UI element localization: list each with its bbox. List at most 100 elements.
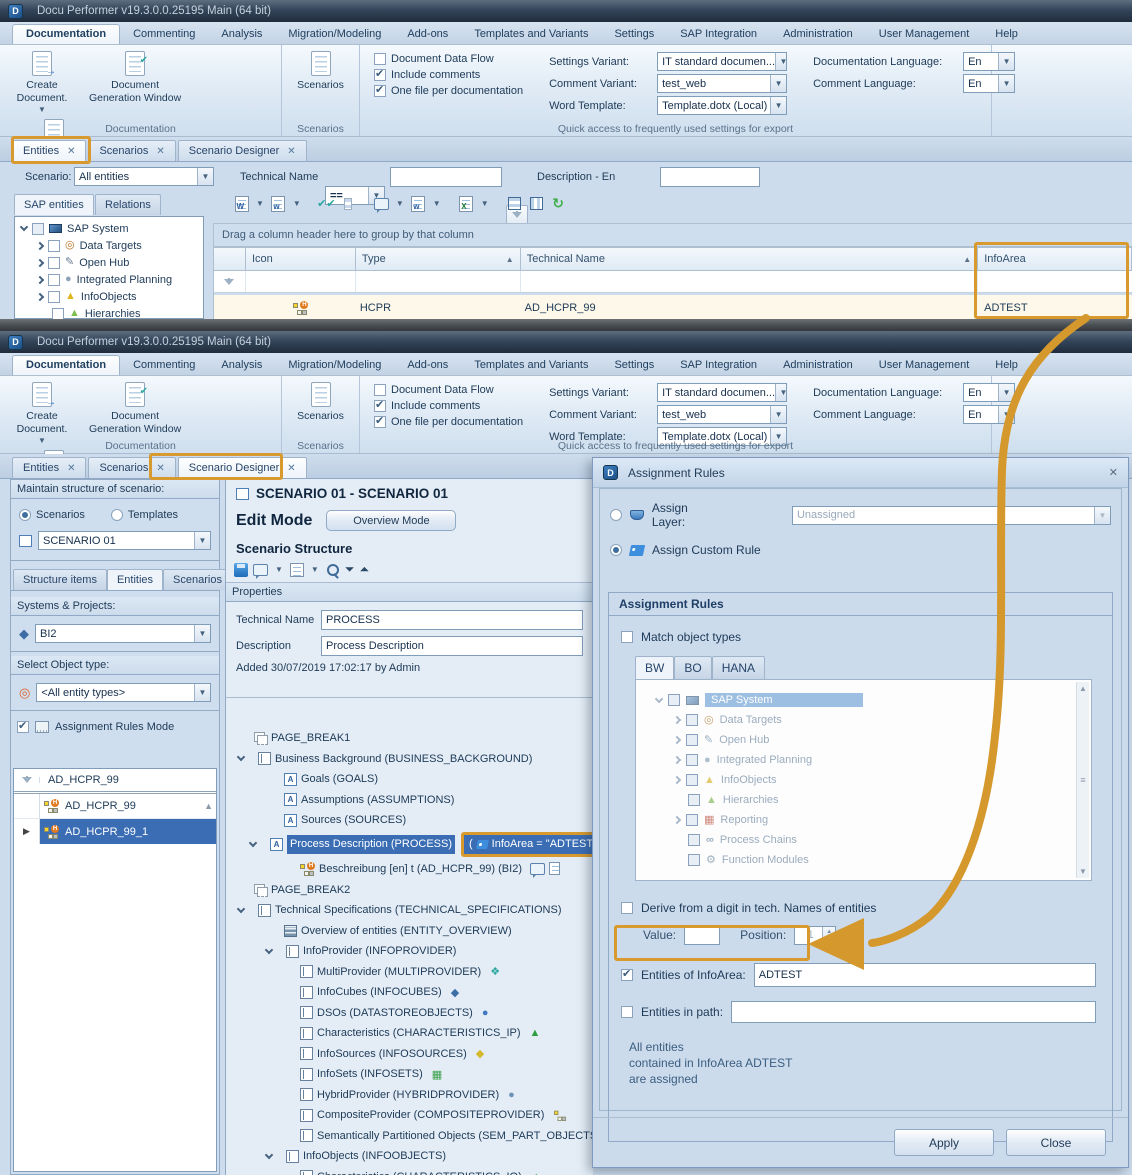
collapse-icon[interactable] (249, 838, 257, 846)
tab-scenarios-left[interactable]: Scenarios (163, 569, 232, 590)
tree-item-characteristics-ip[interactable]: Characteristics (CHARACTERISTICS_IP)▲ (226, 1023, 593, 1044)
documentation-language-combo[interactable]: En▼ (963, 52, 1015, 71)
spinner-arrows-icon[interactable]: ▲▼ (822, 927, 835, 944)
dlg-tree-hierarchies[interactable]: ▲Hierarchies (642, 790, 1091, 810)
dropdown-caret-icon[interactable]: ▼ (309, 565, 321, 574)
tree-item-dsos[interactable]: DSOs (DATASTOREOBJECTS)● (226, 1003, 593, 1024)
close-icon[interactable]: ✕ (156, 463, 164, 474)
settings-variant-combo[interactable]: IT standard documen...▼ (657, 52, 787, 71)
tree-item-technical-specifications[interactable]: Technical Specifications (TECHNICAL_SPEC… (226, 900, 593, 921)
entities-of-infoarea-checkbox[interactable] (621, 969, 633, 981)
dropdown-arrow-icon[interactable]: ▼ (770, 75, 786, 92)
create-document-button[interactable]: → Create Document.▼ (6, 380, 78, 448)
include-comments-checkbox[interactable]: Include comments (374, 69, 523, 81)
entity-filter-value[interactable]: AD_HCPR_99 (40, 774, 119, 786)
filter-cell-icon[interactable] (246, 271, 356, 292)
tree-item-characteristics-io[interactable]: Characteristics (CHARACTERISTICS_IO)▲ (226, 1167, 593, 1175)
tree-item-infosets[interactable]: InfoSets (INFOSETS)▦ (226, 1064, 593, 1085)
tree-item-data-targets[interactable]: ◎Data Targets (15, 237, 203, 254)
menu-tab-analysis[interactable]: Analysis (208, 25, 275, 44)
dropdown-arrow-icon[interactable]: ▼ (998, 75, 1014, 92)
collapse-icon[interactable] (237, 905, 245, 913)
collapse-icon[interactable] (265, 946, 273, 954)
menu-tab-administration[interactable]: Administration (770, 25, 866, 44)
dropdown-caret-icon[interactable]: ▼ (36, 105, 48, 115)
description-input[interactable]: Process Description (321, 636, 583, 656)
tree-checkbox[interactable] (48, 274, 60, 286)
tree-checkbox[interactable] (48, 240, 60, 252)
dialog-titlebar[interactable]: D Assignment Rules ✕ (593, 458, 1128, 488)
tree-item-hierarchies[interactable]: ▲Hierarchies (15, 305, 203, 319)
derive-digit-checkbox[interactable] (621, 902, 633, 914)
tree-item-sap-system[interactable]: SAP System (15, 220, 203, 237)
save-icon[interactable] (234, 563, 248, 577)
dropdown-caret-icon[interactable]: ▼ (431, 199, 443, 208)
dropdown-caret-icon[interactable]: ▼ (254, 199, 266, 208)
menu-tab-documentation[interactable]: Documentation (12, 355, 120, 375)
dropdown-arrow-icon[interactable]: ▼ (194, 625, 210, 642)
column-header-infoarea[interactable]: InfoArea (978, 247, 1132, 271)
column-header-technical-name[interactable]: Technical Name▲ (521, 247, 978, 271)
close-icon[interactable]: ✕ (67, 146, 75, 157)
grid-data-row[interactable]: H HCPR AD_HCPR_99 ADTEST (214, 295, 1132, 319)
close-icon[interactable]: ✕ (67, 463, 75, 474)
expand-icon[interactable] (36, 275, 44, 283)
word-template-icon[interactable]: w (269, 194, 288, 213)
comment-language-combo[interactable]: En▼ (963, 74, 1015, 93)
settings-variant-combo[interactable]: IT standard documen...▼ (657, 383, 787, 402)
infoarea-input[interactable]: ADTEST (754, 963, 1096, 987)
scenario-combo[interactable]: SCENARIO 01▼ (38, 531, 211, 550)
comment-icon[interactable] (253, 564, 268, 576)
dropdown-caret-icon[interactable]: ▼ (394, 199, 406, 208)
dropdown-arrow-icon[interactable]: ▼ (998, 384, 1014, 401)
tree-checkbox[interactable] (32, 223, 44, 235)
include-comments-checkbox[interactable]: Include comments (374, 400, 523, 412)
dropdown-arrow-icon[interactable]: ▼ (775, 384, 787, 401)
comment-variant-combo[interactable]: test_web▼ (657, 74, 787, 93)
entity-row[interactable]: H AD_HCPR_99 ▲ (14, 794, 216, 819)
document-data-flow-checkbox[interactable]: Document Data Flow (374, 53, 523, 65)
comment-bubble-icon[interactable] (530, 863, 545, 875)
tree-item-infoobjects[interactable]: InfoObjects (INFOOBJECTS) (226, 1146, 593, 1167)
tree-item-hybridprovider[interactable]: HybridProvider (HYBRIDPROVIDER)● (226, 1085, 593, 1106)
export-excel-icon[interactable]: X (457, 194, 476, 213)
tab-scenario-designer[interactable]: Scenario Designer✕ (178, 457, 307, 478)
create-document-button[interactable]: → Create Document.▼ (6, 49, 78, 117)
assign-custom-rule-radio[interactable] (610, 544, 622, 556)
comments-icon[interactable] (372, 194, 391, 213)
dropdown-arrow-icon[interactable]: ▼ (194, 684, 210, 701)
menu-tab-sap-integration[interactable]: SAP Integration (667, 356, 770, 375)
tree-checkbox[interactable] (48, 291, 60, 303)
menu-tab-commenting[interactable]: Commenting (120, 25, 208, 44)
path-input[interactable] (731, 1001, 1096, 1023)
menu-tab-settings[interactable]: Settings (601, 25, 667, 44)
menu-tab-user-management[interactable]: User Management (866, 25, 983, 44)
tree-item-page-break2[interactable]: PAGE_BREAK2 (226, 880, 593, 901)
scenario-filter-combo[interactable]: All entities▼ (74, 167, 214, 186)
tree-item-infoprovider[interactable]: InfoProvider (INFOPROVIDER) (226, 941, 593, 962)
dialog-close-icon[interactable]: ✕ (1109, 466, 1118, 479)
dlg-tree-infoobjects[interactable]: ▲InfoObjects (642, 770, 1091, 790)
dropdown-arrow-icon[interactable]: ▼ (194, 532, 210, 549)
copy-structure-icon[interactable] (290, 563, 304, 577)
scroll-up-icon[interactable]: ▲ (1079, 684, 1087, 693)
d lg-tree-reporting[interactable]: ▦Reporting (642, 810, 1091, 830)
filter-cell-technical-name[interactable] (521, 271, 979, 292)
text-doc-icon[interactable] (549, 862, 560, 875)
scroll-down-icon[interactable]: ▼ (1079, 867, 1087, 876)
menu-tab-addons[interactable]: Add-ons (394, 25, 461, 44)
column-header-type[interactable]: Type▲ (356, 247, 521, 271)
close-button[interactable]: Close (1006, 1129, 1106, 1156)
tree-item-infoobjects[interactable]: ▲InfoObjects (15, 288, 203, 305)
dlg-tree-function-modules[interactable]: ⚙Function Modules (642, 850, 1091, 870)
word-template-combo[interactable]: Template.dotx (Local)▼ (657, 96, 787, 115)
tree-item-sem-part-objects[interactable]: Semantically Partitioned Objects (SEM_PA… (226, 1126, 593, 1147)
menu-tab-documentation[interactable]: Documentation (12, 24, 120, 44)
expand-icon[interactable] (36, 258, 44, 266)
menu-tab-sap-integration[interactable]: SAP Integration (667, 25, 770, 44)
tab-sap-entities[interactable]: SAP entities (14, 194, 94, 215)
entity-row-selected[interactable]: ▶ H AD_HCPR_99_1 (14, 819, 216, 844)
tree-checkbox[interactable] (48, 257, 60, 269)
layout-icon[interactable] (339, 194, 358, 213)
filter-cell-type[interactable] (356, 271, 521, 292)
